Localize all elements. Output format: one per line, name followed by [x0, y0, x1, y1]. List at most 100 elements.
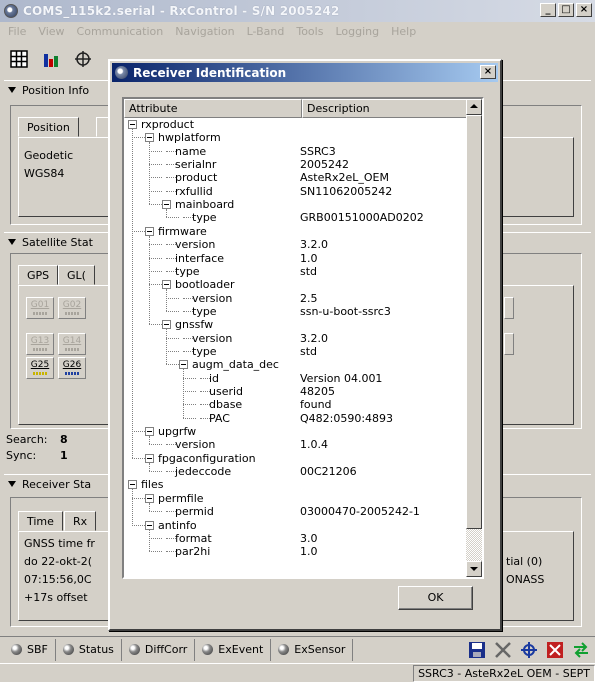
menu-navigation[interactable]: Navigation [169, 25, 240, 38]
satellite-g01[interactable]: G01 [26, 297, 54, 319]
maximize-button[interactable]: □ [558, 3, 574, 17]
tree-branch-line [166, 337, 179, 339]
window-controls: _ □ × [540, 3, 592, 17]
tree-branch-line [149, 164, 162, 166]
collapse-node-icon[interactable] [179, 360, 188, 370]
satellite-g25[interactable]: G25 [26, 357, 54, 379]
tree-row[interactable]: bootloader [124, 278, 468, 291]
menu-file[interactable]: File [2, 25, 32, 38]
tree-row[interactable]: mainboard [124, 198, 468, 211]
minimize-button[interactable]: _ [540, 3, 556, 17]
tree-row[interactable]: interface 1.0 [124, 252, 468, 265]
tree-row[interactable]: fpgaconfiguration [124, 452, 468, 465]
tab-gps[interactable]: GPS [18, 265, 59, 285]
tree-row[interactable]: rxfullid SN11062005242 [124, 185, 468, 198]
tree-row[interactable]: version 3.2.0 [124, 332, 468, 345]
column-header-description[interactable]: Description [302, 99, 468, 118]
tree-row[interactable]: dbase found [124, 398, 468, 411]
collapse-node-icon[interactable] [128, 120, 137, 129]
tree-row[interactable]: version 1.0.4 [124, 438, 468, 451]
tree-row[interactable]: serialnr 2005242 [124, 158, 468, 171]
tree-row[interactable]: rxproduct [124, 118, 468, 131]
bar-chart-icon[interactable] [40, 48, 62, 70]
tab-time[interactable]: Time [18, 511, 63, 531]
collapse-node-icon[interactable] [145, 493, 154, 503]
tree-row[interactable]: id Version 04.001 [124, 372, 468, 385]
save-icon[interactable] [467, 640, 487, 660]
menu-l-band[interactable]: L-Band [241, 25, 291, 38]
tree-row[interactable]: version 2.5 [124, 292, 468, 305]
bottom-tab-exevent[interactable]: ExEvent [195, 638, 272, 661]
bottom-tab-diffcorr[interactable]: DiffCorr [122, 638, 196, 661]
satellite-g13[interactable]: G13 [26, 333, 54, 355]
scroll-up-arrow-icon[interactable] [466, 99, 482, 115]
collapse-node-icon[interactable] [145, 133, 154, 143]
tree-row[interactable]: files [124, 478, 468, 491]
scrollbar-thumb[interactable] [466, 115, 482, 529]
tree-row[interactable]: permfile [124, 492, 468, 505]
collapse-node-icon[interactable] [162, 200, 171, 210]
satellite-g26[interactable]: G26 [58, 357, 86, 379]
tab-rx[interactable]: Rx [64, 511, 97, 531]
tree-row[interactable]: gnssfw [124, 318, 468, 331]
identification-tree-table[interactable]: Attribute Description rxproduct hwplatfor… [122, 97, 484, 579]
tree-row[interactable]: jedeccode 00C21206 [124, 465, 468, 478]
tree-row[interactable]: par2hi 1.0 [124, 545, 468, 558]
tree-row[interactable]: format 3.0 [124, 532, 468, 545]
tree-row[interactable]: type std [124, 345, 468, 358]
error-log-icon[interactable] [545, 640, 565, 660]
tree-description: 2005242 [300, 158, 349, 172]
dialog-title-bar[interactable]: Receiver Identification × [112, 63, 498, 82]
collapse-node-icon[interactable] [145, 520, 154, 530]
collapse-node-icon[interactable] [145, 427, 154, 437]
tree-row[interactable]: version 3.2.0 [124, 238, 468, 251]
collapse-node-icon[interactable] [162, 280, 171, 290]
tree-attribute: type [192, 344, 217, 358]
menu-logging[interactable]: Logging [329, 25, 385, 38]
tab-glonass[interactable]: GL( [58, 265, 95, 285]
satellite-g02[interactable]: G02 [58, 297, 86, 319]
tree-row[interactable]: firmware [124, 225, 468, 238]
bottom-tab-status[interactable]: Status [56, 638, 122, 661]
crosshair-icon[interactable] [72, 48, 94, 70]
tree-row[interactable]: antinfo [124, 519, 468, 532]
tree-row[interactable]: hwplatform [124, 131, 468, 144]
tree-row[interactable]: type GRB00151000AD0202 [124, 211, 468, 224]
tree-row[interactable]: permid 03000470-2005242-1 [124, 505, 468, 518]
tree-row[interactable]: upgrfw [124, 425, 468, 438]
satellite-g14[interactable]: G14 [58, 333, 86, 355]
collapse-node-icon[interactable] [145, 453, 154, 463]
tree-row[interactable]: PAC Q482:0590:4893 [124, 412, 468, 425]
tab-position[interactable]: Position [18, 117, 79, 137]
tree-row[interactable]: type std [124, 265, 468, 278]
column-header-attribute[interactable]: Attribute [124, 99, 302, 118]
tree-row[interactable]: type ssn-u-boot-ssrc3 [124, 305, 468, 318]
disconnect-icon[interactable] [493, 640, 513, 660]
menu-communication[interactable]: Communication [71, 25, 170, 38]
menu-help[interactable]: Help [385, 25, 422, 38]
collapse-node-icon[interactable] [162, 320, 171, 330]
collapse-node-icon[interactable] [128, 480, 137, 490]
tree-row[interactable]: name SSRC3 [124, 145, 468, 158]
satellite-right-2[interactable] [504, 333, 514, 355]
tree-row[interactable]: userid 48205 [124, 385, 468, 398]
vertical-scrollbar[interactable] [466, 99, 482, 577]
tree-row[interactable]: product AsteRx2eL_OEM [124, 171, 468, 184]
tree-attribute: firmware [158, 224, 207, 238]
status-dot-icon [128, 644, 140, 655]
target-icon[interactable] [519, 640, 539, 660]
close-button[interactable]: × [576, 3, 592, 17]
grid-view-icon[interactable] [8, 48, 30, 70]
tree-row[interactable]: augm_data_dec [124, 358, 468, 371]
scroll-down-arrow-icon[interactable] [466, 561, 482, 577]
bottom-tab-exsensor[interactable]: ExSensor [271, 638, 354, 661]
transfer-arrows-icon[interactable] [571, 640, 591, 660]
ok-button[interactable]: OK [398, 586, 473, 610]
dialog-close-button[interactable]: × [480, 65, 496, 79]
menu-view[interactable]: View [32, 25, 70, 38]
satellite-right-1[interactable] [504, 297, 514, 319]
menu-tools[interactable]: Tools [290, 25, 329, 38]
bottom-tab-sbf[interactable]: SBF [4, 638, 56, 661]
collapse-node-icon[interactable] [145, 226, 154, 236]
main-title-bar[interactable]: COMS_115k2.serial - RxControl - S/N 2005… [0, 0, 595, 22]
